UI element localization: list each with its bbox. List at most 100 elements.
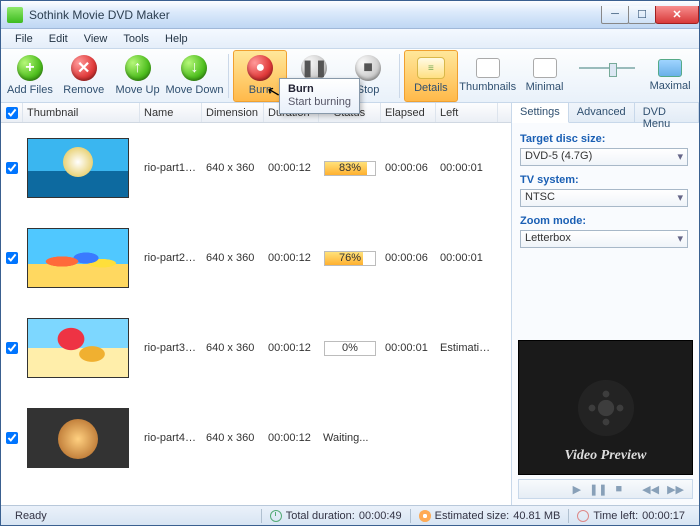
minimize-button[interactable]: ─: [601, 6, 629, 24]
table-row[interactable]: rio-part1.m...640 x 36000:00:1283%00:00:…: [1, 123, 511, 213]
col-thumbnail[interactable]: Thumbnail: [23, 103, 140, 122]
cell-elapsed: 00:00:01: [381, 342, 436, 354]
preview-controls: ▶ ❚❚ ■ ◀◀ ▶▶: [518, 479, 693, 499]
menu-tools[interactable]: Tools: [115, 31, 157, 47]
video-preview: Video Preview: [518, 340, 693, 475]
cell-dimension: 640 x 360: [202, 162, 264, 174]
preview-stop-button[interactable]: ■: [616, 483, 623, 495]
table-row[interactable]: rio-part3.m...640 x 36000:00:120%00:00:0…: [1, 303, 511, 393]
burn-tooltip: Burn Start burning: [279, 78, 360, 114]
cross-icon: ✕: [71, 55, 97, 81]
cell-checkbox: [1, 342, 23, 354]
toolbar-separator: [228, 54, 229, 98]
zoom-mode-select[interactable]: Letterbox: [520, 230, 688, 248]
disc-size-label: Target disc size:: [520, 133, 691, 145]
maximal-icon: [658, 59, 682, 77]
cell-elapsed: 00:00:06: [381, 252, 436, 264]
move-up-button[interactable]: ↑Move Up: [111, 50, 165, 102]
thumbnail-image: [27, 408, 129, 468]
record-icon: ●: [247, 55, 273, 81]
details-icon: ≡: [417, 57, 445, 79]
cell-dimension: 640 x 360: [202, 252, 264, 264]
table-row[interactable]: rio-part4.m...640 x 36000:00:12Waiting..…: [1, 393, 511, 483]
thumbnail-image: [27, 228, 129, 288]
tv-system-label: TV system:: [520, 174, 691, 186]
app-icon: [7, 7, 23, 23]
side-tabs: Settings Advanced DVD Menu: [512, 103, 699, 123]
progress-bar: 0%: [324, 341, 376, 356]
cell-name: rio-part2.m...: [140, 252, 202, 264]
remove-button[interactable]: ✕Remove: [57, 50, 111, 102]
menu-edit[interactable]: Edit: [41, 31, 76, 47]
col-checkbox[interactable]: [1, 103, 23, 122]
col-name[interactable]: Name: [140, 103, 202, 122]
tab-dvdmenu[interactable]: DVD Menu: [635, 103, 699, 122]
preview-next-button[interactable]: ▶▶: [667, 483, 684, 496]
menu-file[interactable]: File: [7, 31, 41, 47]
clock-icon: [270, 510, 282, 522]
cell-status: 0%: [319, 341, 381, 356]
cell-name: rio-part3.m...: [140, 342, 202, 354]
cell-checkbox: [1, 252, 23, 264]
cell-thumbnail: [23, 408, 140, 468]
cell-left: 00:00:01: [436, 162, 498, 174]
cell-thumbnail: [23, 228, 140, 288]
row-checkbox[interactable]: [6, 432, 18, 444]
maximize-button[interactable]: ☐: [628, 6, 656, 24]
row-checkbox[interactable]: [6, 342, 18, 354]
side-panel: Settings Advanced DVD Menu Target disc s…: [511, 103, 699, 505]
col-dimension[interactable]: Dimension: [202, 103, 264, 122]
cell-thumbnail: [23, 318, 140, 378]
tab-settings[interactable]: Settings: [512, 103, 569, 123]
zoom-slider[interactable]: [571, 50, 643, 102]
preview-prev-button[interactable]: ◀◀: [642, 483, 659, 496]
cell-elapsed: 00:00:06: [381, 162, 436, 174]
cell-duration: 00:00:12: [264, 252, 319, 264]
arrow-down-icon: ↓: [181, 55, 207, 81]
disc-size-select[interactable]: DVD-5 (4.7G): [520, 148, 688, 166]
plus-icon: +: [17, 55, 43, 81]
cell-name: rio-part1.m...: [140, 162, 202, 174]
select-all-checkbox[interactable]: [6, 107, 18, 119]
preview-pause-button[interactable]: ❚❚: [589, 483, 607, 496]
cell-status: 83%: [319, 161, 381, 176]
maximal-view-button[interactable]: Maximal: [643, 50, 697, 102]
zoom-mode-label: Zoom mode:: [520, 215, 691, 227]
tv-system-select[interactable]: NTSC: [520, 189, 688, 207]
row-checkbox[interactable]: [6, 252, 18, 264]
statusbar: Ready Total duration: 00:00:49 Estimated…: [1, 505, 699, 525]
status-size: Estimated size: 40.81 MB: [411, 510, 569, 522]
cell-name: rio-part4.m...: [140, 432, 202, 444]
cell-thumbnail: [23, 138, 140, 198]
thumbnails-view-button[interactable]: Thumbnails: [458, 50, 518, 102]
menu-help[interactable]: Help: [157, 31, 196, 47]
menubar: File Edit View Tools Help: [1, 29, 699, 49]
row-checkbox[interactable]: [6, 162, 18, 174]
cell-checkbox: [1, 432, 23, 444]
tooltip-title: Burn: [288, 83, 351, 95]
cell-duration: 00:00:12: [264, 162, 319, 174]
details-view-button[interactable]: ≡Details: [404, 50, 458, 102]
move-down-button[interactable]: ↓Move Down: [164, 50, 224, 102]
tab-advanced[interactable]: Advanced: [569, 103, 635, 122]
status-duration: Total duration: 00:00:49: [262, 510, 410, 522]
cell-left: Estimating...: [436, 342, 498, 354]
preview-play-button[interactable]: ▶: [573, 483, 581, 496]
table-row[interactable]: rio-part2.m...640 x 36000:00:1276%00:00:…: [1, 213, 511, 303]
close-button[interactable]: ✕: [655, 6, 699, 24]
col-elapsed[interactable]: Elapsed: [381, 103, 436, 122]
thumbnail-image: [27, 138, 129, 198]
minimal-view-button[interactable]: Minimal: [518, 50, 572, 102]
cell-status: 76%: [319, 251, 381, 266]
cell-duration: 00:00:12: [264, 432, 319, 444]
add-files-button[interactable]: +Add Files: [3, 50, 57, 102]
col-left[interactable]: Left: [436, 103, 498, 122]
thumbnail-image: [27, 318, 129, 378]
cell-dimension: 640 x 360: [202, 342, 264, 354]
disc-icon: [419, 510, 431, 522]
toolbar-separator: [399, 54, 400, 98]
menu-view[interactable]: View: [76, 31, 116, 47]
settings-panel: Target disc size: DVD-5 (4.7G) TV system…: [512, 123, 699, 256]
cell-dimension: 640 x 360: [202, 432, 264, 444]
timer-icon: [577, 510, 589, 522]
